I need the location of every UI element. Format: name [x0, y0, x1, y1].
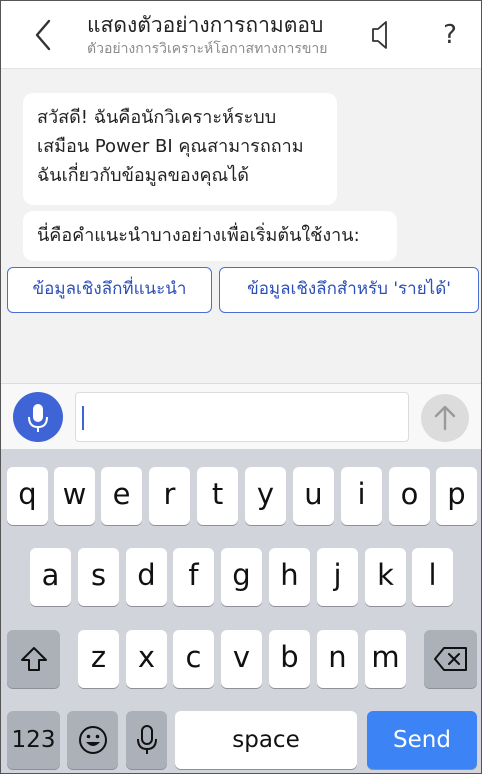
key-t[interactable]: t	[197, 467, 238, 525]
greeting-line: สวัสดี! ฉันคือนักวิเคราะห์ระบบ	[37, 107, 277, 128]
space-key[interactable]: space	[175, 711, 357, 769]
page-subtitle: ตัวอย่างการวิเคราะห์โอกาสทางการขาย	[87, 41, 328, 57]
key-h[interactable]: h	[269, 548, 310, 606]
key-q[interactable]: q	[7, 467, 48, 525]
suggestions-intro-bubble: นี่คือคำแนะนำบางอย่างเพื่อเริ่มต้นใช้งาน…	[23, 211, 397, 261]
emoji-key[interactable]	[67, 711, 118, 769]
key-j[interactable]: j	[317, 548, 358, 606]
header: แสดงตัวอย่างการถามตอบ ตัวอย่างการวิเคราะ…	[1, 1, 481, 69]
microphone-icon	[136, 725, 157, 754]
key-g[interactable]: g	[221, 548, 262, 606]
suggestions-intro-text: นี่คือคำแนะนำบางอย่างเพื่อเริ่มต้นใช้งาน…	[37, 225, 360, 246]
backspace-icon	[433, 647, 467, 671]
voice-input-button[interactable]	[13, 392, 63, 442]
speaker-button[interactable]	[367, 17, 395, 53]
suggestion-button-revenue-insights[interactable]: ข้อมูลเชิงลึกสำหรับ 'รายได้'	[219, 267, 479, 313]
greeting-bubble: สวัสดี! ฉันคือนักวิเคราะห์ระบบ เสมือน Po…	[23, 93, 337, 205]
key-o[interactable]: o	[389, 467, 430, 525]
emoji-icon	[78, 726, 107, 754]
submit-question-button[interactable]	[421, 394, 469, 442]
greeting-line: เสมือน Power BI คุณสามารถถาม	[37, 136, 304, 157]
greeting-line: ฉันเกี่ยวกับข้อมูลของคุณได้	[37, 165, 249, 186]
key-m[interactable]: m	[365, 630, 406, 688]
backspace-key[interactable]	[424, 630, 477, 688]
dictation-key[interactable]	[126, 711, 167, 769]
key-w[interactable]: w	[54, 467, 95, 525]
keyboard: q w e r t y u i o p a s d f g h j k l z …	[1, 449, 481, 773]
key-d[interactable]: d	[126, 548, 167, 606]
chat-area: สวัสดี! ฉันคือนักวิเคราะห์ระบบ เสมือน Po…	[1, 69, 481, 383]
input-bar	[1, 383, 481, 449]
key-x[interactable]: x	[126, 630, 167, 688]
key-p[interactable]: p	[436, 467, 477, 525]
shift-key[interactable]	[7, 630, 60, 688]
send-key[interactable]: Send	[367, 711, 477, 769]
key-i[interactable]: i	[341, 467, 382, 525]
suggestion-button-recommended-insights[interactable]: ข้อมูลเชิงลึกที่แนะนำ	[7, 267, 212, 313]
microphone-icon	[28, 404, 48, 432]
key-e[interactable]: e	[101, 467, 142, 525]
key-c[interactable]: c	[173, 630, 214, 688]
chevron-left-icon	[35, 19, 51, 51]
numbers-key[interactable]: 123	[7, 711, 60, 769]
question-input[interactable]	[75, 392, 409, 442]
arrow-up-icon	[434, 405, 456, 431]
key-k[interactable]: k	[365, 548, 406, 606]
key-l[interactable]: l	[412, 548, 453, 606]
app-frame: แสดงตัวอย่างการถามตอบ ตัวอย่างการวิเคราะ…	[0, 0, 482, 774]
key-u[interactable]: u	[293, 467, 334, 525]
key-b[interactable]: b	[269, 630, 310, 688]
text-caret	[82, 406, 84, 430]
shift-icon	[20, 647, 47, 671]
key-y[interactable]: y	[245, 467, 286, 525]
key-v[interactable]: v	[221, 630, 262, 688]
key-r[interactable]: r	[149, 467, 190, 525]
help-button[interactable]: ?	[435, 15, 465, 55]
key-f[interactable]: f	[173, 548, 214, 606]
key-s[interactable]: s	[78, 548, 119, 606]
back-button[interactable]	[27, 15, 61, 55]
key-n[interactable]: n	[317, 630, 358, 688]
key-z[interactable]: z	[78, 630, 119, 688]
speaker-icon	[372, 21, 387, 49]
key-a[interactable]: a	[30, 548, 71, 606]
